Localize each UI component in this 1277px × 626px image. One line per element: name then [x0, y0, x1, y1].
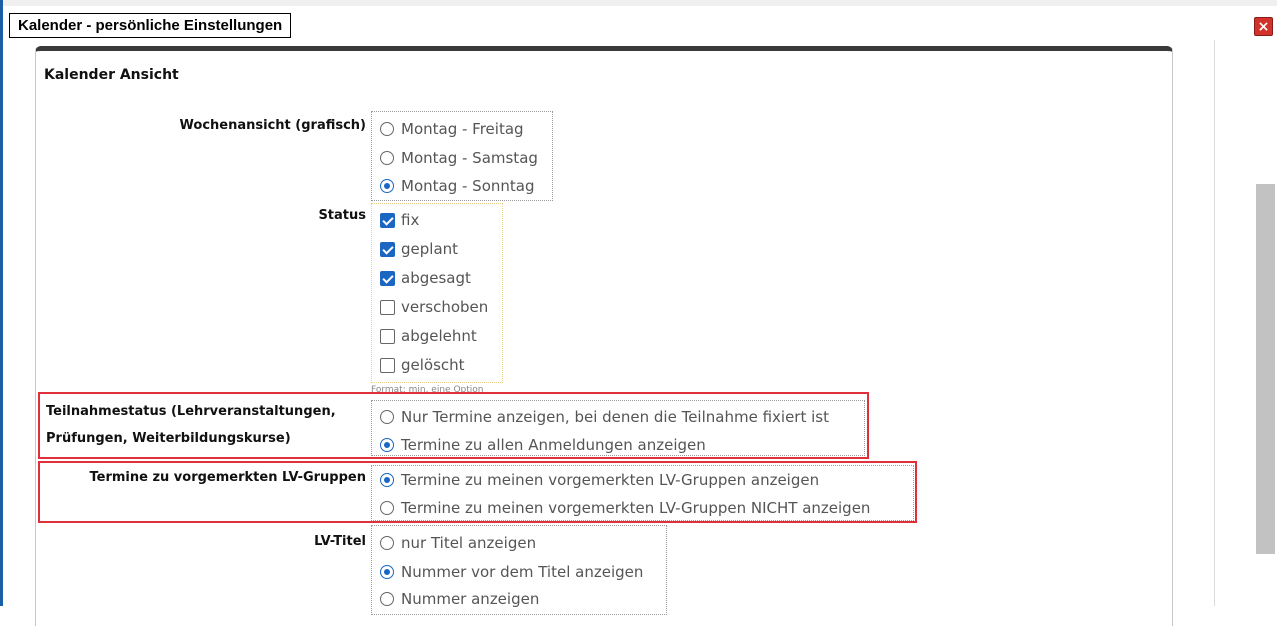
option-label: abgelehnt [401, 327, 477, 345]
checkbox[interactable] [380, 328, 395, 344]
option-label: Termine zu meinen vorgemerkten LV-Gruppe… [401, 471, 820, 489]
option-label: geplant [401, 240, 459, 258]
option-label: Montag - Sonntag [401, 177, 535, 195]
radio-option-nur-fixiert[interactable]: Nur Termine anzeigen, bei denen die Teil… [380, 405, 829, 429]
scrollbar-thumb[interactable] [1256, 184, 1275, 554]
panel-divider [1214, 40, 1215, 606]
radio-option-alle-anmeldungen[interactable]: Termine zu allen Anmeldungen anzeigen [380, 433, 706, 457]
checkbox-option-geloescht[interactable]: gelöscht [380, 353, 465, 377]
checkbox-option-fix[interactable]: fix [380, 208, 419, 232]
radio-option-mo-sa[interactable]: Montag - Samstag [380, 146, 538, 170]
radio-option-vorgemerkt-nicht-anzeigen[interactable]: Termine zu meinen vorgemerkten LV-Gruppe… [380, 496, 870, 520]
left-window-edge [0, 0, 3, 606]
radio-option-nummer[interactable]: Nummer anzeigen [380, 587, 539, 611]
option-label: Termine zu meinen vorgemerkten LV-Gruppe… [401, 499, 871, 517]
radio-button-selected[interactable] [380, 438, 394, 452]
checkbox-option-geplant[interactable]: geplant [380, 237, 458, 261]
lvtitel-label: LV-Titel [314, 534, 366, 549]
option-label: Nummer anzeigen [401, 590, 540, 608]
radio-option-nummer-vor-titel[interactable]: Nummer vor dem Titel anzeigen [380, 560, 643, 584]
radio-option-vorgemerkt-anzeigen[interactable]: Termine zu meinen vorgemerkten LV-Gruppe… [380, 468, 819, 492]
status-label: Status [318, 208, 366, 223]
wochenansicht-label: Wochenansicht (grafisch) [179, 118, 366, 133]
option-label: fix [401, 211, 420, 229]
close-icon[interactable]: × [1254, 17, 1273, 36]
checkbox-checked[interactable] [380, 212, 395, 228]
status-checkbox-group: fix geplant abgesagt verschoben abgelehn… [371, 203, 503, 383]
option-label: abgesagt [401, 269, 471, 287]
radio-button[interactable] [380, 501, 394, 515]
teilnahmestatus-radio-group: Nur Termine anzeigen, bei denen die Teil… [371, 400, 865, 456]
radio-option-nur-titel[interactable]: nur Titel anzeigen [380, 531, 536, 555]
radio-option-mo-fr[interactable]: Montag - Freitag [380, 117, 524, 141]
option-label: Montag - Freitag [401, 120, 524, 138]
option-label: gelöscht [401, 356, 465, 374]
radio-button-selected[interactable] [380, 179, 394, 193]
option-label: Nur Termine anzeigen, bei denen die Teil… [401, 408, 829, 426]
radio-button[interactable] [380, 536, 394, 550]
radio-button-selected[interactable] [380, 473, 394, 487]
checkbox-option-abgesagt[interactable]: abgesagt [380, 266, 471, 290]
checkbox-checked[interactable] [380, 270, 395, 286]
top-border [0, 0, 1277, 6]
option-label: Nummer vor dem Titel anzeigen [401, 563, 644, 581]
option-label: nur Titel anzeigen [401, 534, 537, 552]
checkbox-option-abgelehnt[interactable]: abgelehnt [380, 324, 477, 348]
checkbox-checked[interactable] [380, 241, 395, 257]
option-label: Montag - Samstag [401, 149, 538, 167]
lvtitel-radio-group: nur Titel anzeigen Nummer vor dem Titel … [371, 525, 667, 615]
vorgemerkt-label: Termine zu vorgemerkten LV-Gruppen [89, 470, 366, 485]
option-label: verschoben [401, 298, 489, 316]
window-title: Kalender - persönliche Einstellungen [9, 13, 292, 38]
vorgemerkt-radio-group: Termine zu meinen vorgemerkten LV-Gruppe… [371, 465, 914, 521]
radio-button-selected[interactable] [380, 565, 394, 579]
radio-button[interactable] [380, 410, 394, 424]
checkbox[interactable] [380, 299, 395, 315]
radio-button[interactable] [380, 592, 394, 606]
teilnahmestatus-label-line2: Prüfungen, Weiterbildungskurse) [46, 431, 291, 446]
teilnahmestatus-label-line1: Teilnahmestatus (Lehrveranstaltungen, [46, 404, 336, 419]
wochenansicht-radio-group: Montag - Freitag Montag - Samstag Montag… [371, 111, 553, 201]
radio-option-mo-so[interactable]: Montag - Sonntag [380, 174, 534, 198]
checkbox[interactable] [380, 357, 395, 373]
radio-button[interactable] [380, 151, 394, 165]
checkbox-option-verschoben[interactable]: verschoben [380, 295, 488, 319]
radio-button[interactable] [380, 122, 394, 136]
section-title: Kalender Ansicht [44, 67, 179, 83]
option-label: Termine zu allen Anmeldungen anzeigen [401, 436, 706, 454]
